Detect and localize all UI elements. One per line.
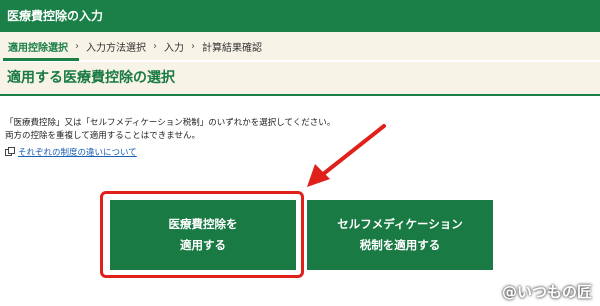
watermark: @いつもの匠 xyxy=(501,283,592,301)
annotation-arrow-icon xyxy=(307,124,386,187)
